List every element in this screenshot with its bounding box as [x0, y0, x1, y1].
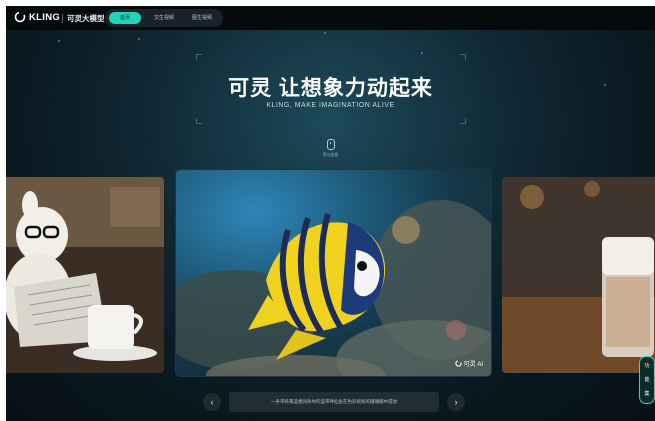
tab-home[interactable]: 首页 — [109, 12, 141, 24]
watermark: 可灵 AI — [455, 359, 483, 368]
frame-corner — [196, 118, 202, 124]
chevron-left-icon: ‹ — [210, 397, 214, 407]
kling-watermark-icon — [455, 360, 462, 367]
logo-text: KLING — [29, 11, 61, 23]
star-decoration — [421, 52, 423, 54]
carousel-card-next[interactable] — [502, 177, 655, 373]
side-tool-item[interactable]: 能 — [643, 376, 651, 384]
side-tool-item[interactable]: 功 — [643, 362, 651, 370]
carousel-card-prev[interactable] — [6, 177, 164, 373]
star-decoration — [324, 32, 326, 34]
tab-text-to-video[interactable]: 文生视频 — [147, 12, 181, 24]
top-navbar: KLING 可灵大模型 首页 文生视频 图生视频 — [6, 6, 655, 30]
prev-button[interactable]: ‹ — [203, 393, 221, 411]
side-floating-toolbar[interactable]: 功 能 集 — [639, 356, 655, 404]
next-button[interactable]: › — [447, 393, 465, 411]
page-frame: KLING 可灵大模型 首页 文生视频 图生视频 可灵 让想象力动起来 KLIN… — [6, 6, 655, 421]
watermark-text: 可灵 AI — [463, 362, 483, 368]
star-decoration — [58, 40, 60, 42]
latte-glass-image — [502, 177, 655, 373]
scroll-hint: 滑动查看 — [322, 152, 339, 157]
video-caption: 一条带有黄蓝相间条纹的蓝带神仙鱼在色彩缤纷的珊瑚礁中游动 — [229, 392, 439, 412]
nav-tabs: 首页 文生视频 图生视频 — [105, 9, 223, 27]
logo-divider — [62, 14, 63, 23]
hero-title: 可灵 让想象力动起来 — [228, 77, 433, 100]
chevron-right-icon: › — [454, 397, 458, 407]
frame-corner — [196, 54, 202, 60]
side-tool-item[interactable]: 集 — [643, 390, 651, 398]
mouse-scroll-icon — [327, 139, 335, 150]
hero-subtitle: KLING, MAKE IMAGINATION ALIVE — [266, 102, 395, 109]
star-decoration — [138, 38, 140, 40]
angelfish-coral-reef-image — [176, 200, 491, 376]
cat-reading-newspaper-image — [6, 177, 164, 373]
frame-corner — [460, 118, 466, 124]
product-name: 可灵大模型 — [67, 14, 105, 23]
frame-corner — [460, 54, 466, 60]
kling-logo-icon — [14, 11, 26, 23]
kling-logo[interactable]: KLING — [14, 11, 60, 23]
carousel-card-active[interactable]: 可灵 AI — [176, 170, 491, 376]
tab-image-to-video[interactable]: 图生视频 — [185, 12, 219, 24]
